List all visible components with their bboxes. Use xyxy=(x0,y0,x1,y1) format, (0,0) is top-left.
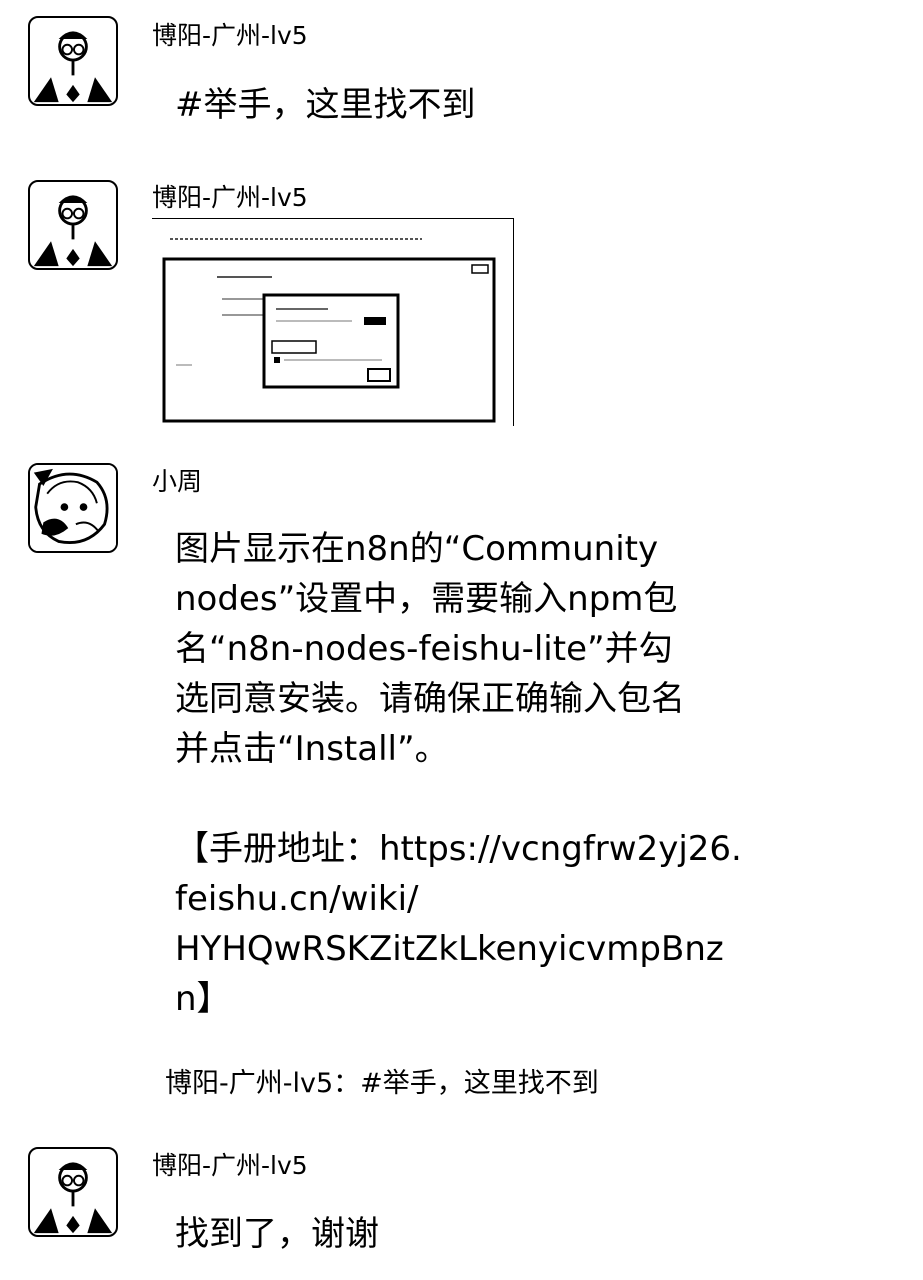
message-text: 图片显示在n8n的“Community nodes”设置中，需要输入npm包 名… xyxy=(175,524,775,1024)
message-paragraph-link[interactable]: 【手册地址：https://vcngfrw2yj26. feishu.cn/wi… xyxy=(175,824,775,1024)
message-text: #举手，这里找不到 xyxy=(175,85,476,125)
sender-name: 博阳-广州-lv5 xyxy=(152,1151,308,1180)
message-paragraph: 图片显示在n8n的“Community nodes”设置中，需要输入npm包 名… xyxy=(175,529,685,769)
avatar[interactable] xyxy=(28,463,118,553)
avatar[interactable] xyxy=(28,16,118,106)
screenshot-image[interactable] xyxy=(152,218,514,426)
message-text: 找到了，谢谢 xyxy=(175,1214,379,1254)
avatar[interactable] xyxy=(28,180,118,270)
sender-name: 博阳-广州-lv5 xyxy=(152,183,308,212)
sender-name: 小周 xyxy=(152,467,203,496)
avatar[interactable] xyxy=(28,1147,118,1237)
quoted-reply[interactable]: 博阳-广州-lv5：#举手，这里找不到 xyxy=(165,1066,599,1102)
sender-name: 博阳-广州-lv5 xyxy=(152,21,308,50)
